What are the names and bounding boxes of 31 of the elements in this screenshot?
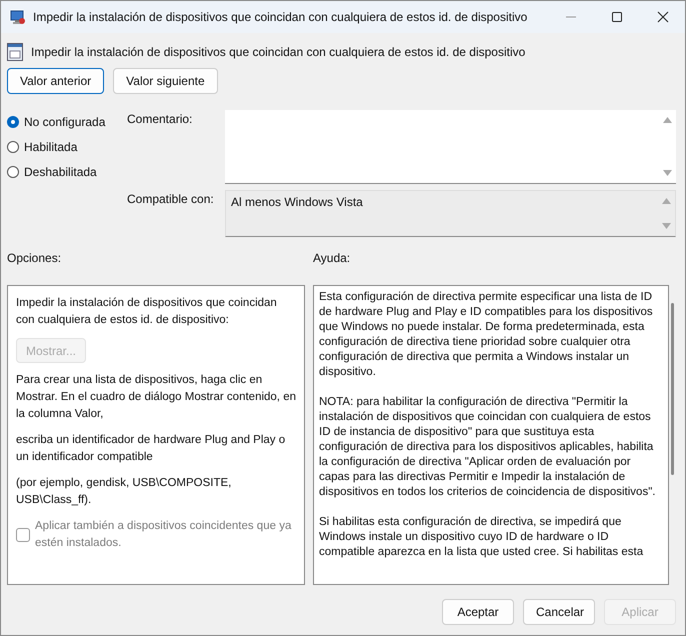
radio-option[interactable]: No configurada	[7, 115, 127, 129]
compatible-label: Compatible con:	[127, 191, 215, 208]
scroll-down-icon[interactable]	[663, 170, 672, 176]
help-heading: Ayuda:	[313, 251, 350, 265]
nav-button[interactable]: Valor siguiente	[113, 68, 218, 94]
maximize-icon[interactable]	[611, 11, 623, 23]
compatible-field: Al menos Windows Vista	[225, 190, 676, 237]
scroll-down-icon[interactable]	[662, 223, 671, 229]
options-text: Para crear una lista de dispositivos, haga clic en Mostrar. En el cuadro de diálogo Mostrar contenido, en la columna Valor,	[16, 373, 296, 422]
dialog-button[interactable]: Cancelar	[523, 599, 595, 625]
help-text: NOTA: para habilitar la configuración de directiva "Permitir la instalación de dispositivos que coincidan con cualquiera de estos ID de instancia de dispositivo" para que sustituya esta configuración de directiva para los dispositivos aplicables, habilita la configuración de directiva "Aplicar orden de evaluación por capas para las directivas Permitir e Impedir la instalación de dispositivos en todos los criterios de coincidencia de dispositivos".	[319, 395, 656, 500]
policy-icon	[7, 43, 23, 61]
scroll-up-icon[interactable]	[663, 117, 672, 123]
window-title: Impedir la instalación de dispositivos que coincidan con cualquiera de estos id. de dispositivo	[33, 10, 528, 24]
dialog-button[interactable]: Aceptar	[442, 599, 514, 625]
scroll-up-icon[interactable]	[662, 198, 671, 204]
radio-option[interactable]: Deshabilitada	[7, 165, 127, 179]
policy-name: Impedir la instalación de dispositivos que coincidan con cualquiera de estos id. de dispositivo	[31, 45, 526, 59]
radio-option[interactable]: Habilitada	[7, 140, 127, 154]
options-text: escriba un identificador de hardware Plug and Play o un identificador compatible	[16, 433, 286, 465]
close-icon[interactable]	[657, 11, 669, 23]
help-text: Esta configuración de directiva permite especificar una lista de ID de hardware Plug and Play e ID compatibles para los dispositivos que Windows no puede instalar. De forma predeterminada, esta configuración de directiva tiene prioridad sobre cualquier otra configuración de directiva que permita a Windows instalar un dispositivo.	[319, 290, 654, 380]
nav-button[interactable]: Valor anterior	[7, 68, 104, 94]
options-heading: Opciones:	[7, 251, 62, 265]
options-text: (por ejemplo, gendisk, USB\COMPOSITE, USB\Class_ff).	[16, 476, 232, 508]
scrollbar-thumb[interactable]	[671, 303, 674, 475]
options-text: Impedir la instalación de dispositivos que coincidan con cualquiera de estos id. de dispositivo:	[16, 296, 278, 328]
help-text: Si habilitas esta configuración de directiva, se impedirá que Windows instale un dispositivo cuyo ID de hardware o ID compatible aparezca en la lista que usted cree. Si habilitas esta	[319, 515, 644, 560]
comment-field[interactable]	[225, 110, 676, 184]
comment-label: Comentario:	[127, 111, 194, 128]
computer-icon	[10, 9, 26, 25]
